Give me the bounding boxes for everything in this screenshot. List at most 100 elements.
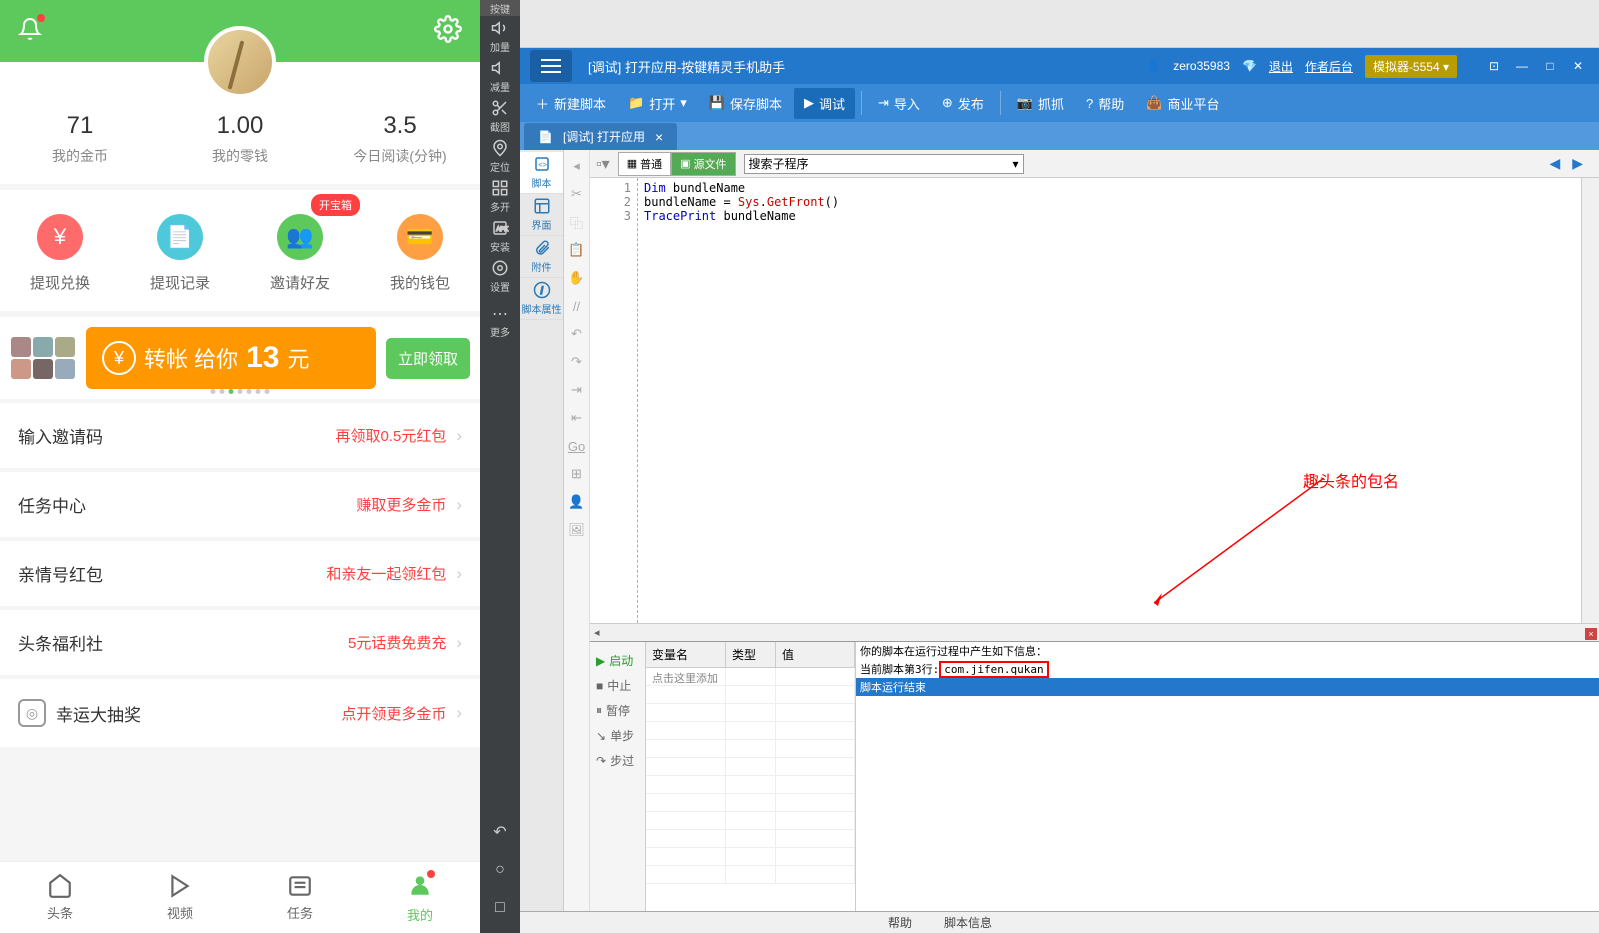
ds-settings[interactable]: 设置: [480, 256, 520, 296]
list-invite-code[interactable]: 输入邀请码再领取0.5元红包›: [0, 403, 480, 468]
search-combo[interactable]: 搜索子程序▾: [744, 154, 1024, 174]
var-body[interactable]: 点击这里添加: [646, 668, 855, 913]
ts-copy[interactable]: ⿻: [567, 212, 587, 232]
tab-headlines[interactable]: 头条: [0, 862, 120, 933]
ts-paste[interactable]: 📋: [567, 240, 587, 260]
dbg-pause[interactable]: ⏸ 暂停: [592, 698, 643, 723]
people-icon: 👥: [277, 214, 323, 260]
phone-header: [0, 0, 480, 62]
username: zero35983: [1173, 59, 1230, 73]
nav-prev-icon[interactable]: ◀: [1549, 155, 1560, 172]
ts-misc2[interactable]: 👤: [567, 492, 587, 512]
tab-tasks[interactable]: 任务: [240, 862, 360, 933]
chevron-right-icon: ›: [456, 426, 462, 446]
promo-banner[interactable]: ¥ 转帐 给你 13 元 立即领取: [0, 317, 480, 399]
user-area: 👤 zero35983 💎 退出 作者后台 模拟器-5554 ▾ ⊡ — □ ✕: [1146, 55, 1589, 78]
action-withdraw[interactable]: ¥提现兑换: [0, 214, 120, 293]
tab-mine[interactable]: 我的: [360, 862, 480, 933]
action-wallet[interactable]: 💳我的钱包: [360, 214, 480, 293]
chevron-right-icon: ›: [456, 633, 462, 653]
gear-icon[interactable]: [434, 15, 462, 48]
status-help[interactable]: 帮助: [880, 912, 920, 933]
logout-link[interactable]: 退出: [1269, 58, 1293, 75]
tab-video[interactable]: 视频: [120, 862, 240, 933]
stat-coins[interactable]: 71我的金币: [0, 112, 160, 166]
list-welfare[interactable]: 头条福利社5元话费免费充›: [0, 610, 480, 675]
window-close-icon[interactable]: ✕: [1567, 57, 1589, 75]
ds-install[interactable]: APK安装: [480, 216, 520, 256]
stat-reading[interactable]: 3.5今日阅读(分钟): [320, 112, 480, 166]
tb-help[interactable]: ?帮助: [1076, 88, 1134, 119]
back-icon[interactable]: ↶: [480, 815, 520, 849]
home-icon[interactable]: ○: [480, 853, 520, 887]
lt-script[interactable]: <>脚本: [520, 152, 563, 194]
dbg-run[interactable]: ▶ 启动: [592, 648, 643, 673]
lt-props[interactable]: i脚本属性: [520, 278, 563, 320]
tb-publish[interactable]: ⊕发布: [932, 88, 994, 119]
stat-money[interactable]: 1.00我的零钱: [160, 112, 320, 166]
window-pin-icon[interactable]: ⊡: [1483, 57, 1505, 75]
tb-debug[interactable]: ▶调试: [794, 88, 855, 119]
ts-misc[interactable]: ⊞: [567, 464, 587, 484]
tb-save[interactable]: 💾保存脚本: [699, 88, 792, 119]
claim-button[interactable]: 立即领取: [386, 338, 470, 379]
status-script-info[interactable]: 脚本信息: [936, 912, 1000, 933]
ts-comment[interactable]: //: [567, 296, 587, 316]
bell-icon[interactable]: [18, 17, 42, 46]
dbg-step[interactable]: ↘ 单步: [592, 723, 643, 748]
mode-source[interactable]: ▣ 源文件: [671, 152, 735, 176]
file-tab[interactable]: 📄 [调试] 打开应用 ×: [524, 123, 677, 150]
action-invite[interactable]: 👥邀请好友: [240, 214, 360, 293]
tb-capture[interactable]: 📷抓抓: [1007, 88, 1074, 119]
hamburger-icon[interactable]: [530, 50, 572, 82]
tab-bar: 头条 视频 任务 我的: [0, 861, 480, 933]
action-records[interactable]: 📄提现记录: [120, 214, 240, 293]
ts-img[interactable]: 🖼: [567, 520, 587, 540]
plus-icon: ＋: [536, 94, 549, 113]
dbg-stop[interactable]: ■ 中止: [592, 673, 643, 698]
ts-nav[interactable]: ◂: [567, 156, 587, 176]
ds-volume-up[interactable]: 加量: [480, 16, 520, 56]
dbg-stepover[interactable]: ↷ 步过: [592, 748, 643, 773]
ts-hand[interactable]: ✋: [567, 268, 587, 288]
author-link[interactable]: 作者后台: [1305, 58, 1353, 75]
out-info: 你的脚本在运行过程中产生如下信息：: [856, 642, 1599, 660]
ds-volume-down[interactable]: 减量: [480, 56, 520, 96]
simulator-badge[interactable]: 模拟器-5554 ▾: [1365, 55, 1457, 78]
ds-multi[interactable]: 多开: [480, 176, 520, 216]
tb-new[interactable]: ＋新建脚本: [526, 88, 616, 119]
ts-indent[interactable]: ⇥: [567, 380, 587, 400]
list-family[interactable]: 亲情号红包和亲友一起领红包›: [0, 541, 480, 606]
ds-more[interactable]: 更多: [480, 304, 520, 339]
scrollbar-v[interactable]: [1581, 178, 1599, 623]
recent-icon[interactable]: □: [480, 891, 520, 925]
ds-top[interactable]: 按键: [480, 0, 520, 16]
window-maximize-icon[interactable]: □: [1539, 57, 1561, 75]
scrollbar-h[interactable]: ◂▸: [590, 623, 1599, 641]
folder-icon: 📁: [628, 95, 644, 111]
code-text[interactable]: Dim bundleName bundleName = Sys.GetFront…: [638, 178, 1581, 623]
tb-import[interactable]: ⇥导入: [868, 88, 930, 119]
tb-business[interactable]: 👜商业平台: [1136, 88, 1229, 119]
lt-attach[interactable]: 附件: [520, 236, 563, 278]
mode-normal[interactable]: ▦ 普通: [618, 152, 671, 176]
ts-cut[interactable]: ✂: [567, 184, 587, 204]
nav-next-icon[interactable]: ▶: [1572, 155, 1583, 172]
ts-redo[interactable]: ↷: [567, 352, 587, 372]
avatar[interactable]: [204, 26, 276, 98]
list-lottery[interactable]: ◎幸运大抽奖点开领更多金币›: [0, 679, 480, 747]
ds-locate[interactable]: 定位: [480, 136, 520, 176]
ts-undo[interactable]: ↶: [567, 324, 587, 344]
ts-outdent[interactable]: ⇤: [567, 408, 587, 428]
code-area[interactable]: 123 Dim bundleName bundleName = Sys.GetF…: [590, 178, 1599, 623]
debug-close-icon[interactable]: ×: [1585, 628, 1597, 640]
ts-go[interactable]: Go: [567, 436, 587, 456]
lt-ui[interactable]: 界面: [520, 194, 563, 236]
home-icon: [47, 873, 73, 899]
list-task-center[interactable]: 任务中心赚取更多金币›: [0, 472, 480, 537]
ct-picker[interactable]: ▫▾: [596, 154, 610, 174]
tb-open[interactable]: 📁打开▾: [618, 88, 697, 119]
ds-screenshot[interactable]: 截图: [480, 96, 520, 136]
window-minimize-icon[interactable]: —: [1511, 57, 1533, 75]
close-icon[interactable]: ×: [655, 129, 663, 145]
